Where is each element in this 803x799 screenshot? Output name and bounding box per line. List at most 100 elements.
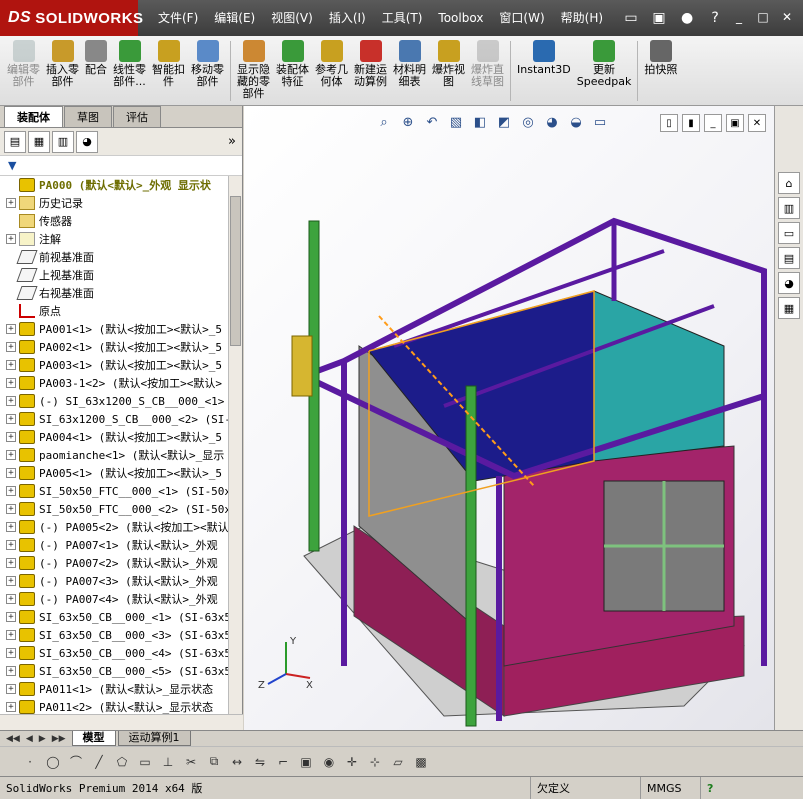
tree-row[interactable]: + SI_63x50_CB__000_<5> (SI-63x50- xyxy=(0,662,228,680)
circle-icon[interactable]: ◯ xyxy=(43,752,63,772)
tree-hscrollbar[interactable] xyxy=(0,714,243,730)
tab-nav-last-icon[interactable]: ▶▶ xyxy=(52,734,66,744)
menu-item-6[interactable]: 窗口(W) xyxy=(491,0,552,36)
extrude-icon[interactable]: ▣ xyxy=(296,752,316,772)
expand-toggle-icon[interactable]: + xyxy=(6,630,16,640)
tree-row[interactable]: + (-) PA007<1> (默认<默认>_外观 xyxy=(0,536,228,554)
arc-icon[interactable]: ⌒ xyxy=(66,752,86,772)
ribbon-button-12[interactable]: 爆炸直 线草图 xyxy=(468,36,507,106)
model-tab-1[interactable]: 运动算例1 xyxy=(117,731,191,746)
expand-toggle-icon[interactable]: + xyxy=(6,450,16,460)
ribbon-button-6[interactable]: 显示隐 藏的零 部件 xyxy=(234,36,273,106)
expand-toggle-icon[interactable]: + xyxy=(6,234,16,244)
appearances-icon[interactable]: ◕ xyxy=(778,272,800,294)
tree-row[interactable]: + PA003-1<2> (默认<按加工><默认> xyxy=(0,374,228,392)
expand-toggle-icon[interactable]: + xyxy=(6,702,16,712)
display-manager-icon[interactable]: ◕ xyxy=(76,130,98,153)
tree-scroll-thumb[interactable] xyxy=(230,196,241,346)
help-icon[interactable]: ? xyxy=(704,7,726,29)
expand-toggle-icon[interactable]: + xyxy=(6,432,16,442)
point-icon[interactable]: · xyxy=(20,752,40,772)
ribbon-button-13[interactable]: Instant3D xyxy=(514,36,574,106)
tree-row[interactable]: PA000 (默认<默认>_外观 显示状 xyxy=(0,176,228,194)
ribbon-button-4[interactable]: 智能扣 件 xyxy=(149,36,188,106)
custom-properties-icon[interactable]: ▦ xyxy=(778,297,800,319)
tab-nav-prev-icon[interactable]: ◀ xyxy=(26,734,33,744)
filter-icon[interactable]: ▼ xyxy=(8,159,16,172)
expand-toggle-icon[interactable]: + xyxy=(6,576,16,586)
view-palette-icon[interactable]: ▤ xyxy=(778,247,800,269)
tree-row[interactable]: + PA004<1> (默认<按加工><默认>_5 xyxy=(0,428,228,446)
ribbon-button-3[interactable]: 线性零 部件... xyxy=(110,36,149,106)
view-cube-icon[interactable]: ▩ xyxy=(411,752,431,772)
tree-row[interactable]: + (-) PA005<2> (默认<按加工><默认 xyxy=(0,518,228,536)
expand-toggle-icon[interactable]: + xyxy=(6,504,16,514)
offset-icon[interactable]: ⧉ xyxy=(204,752,224,772)
solidworks-logo[interactable]: DS SOLIDWORKS xyxy=(0,0,143,36)
trim-icon[interactable]: ✂ xyxy=(181,752,201,772)
tree-row[interactable]: 上视基准面 xyxy=(0,266,228,284)
expand-toggle-icon[interactable]: + xyxy=(6,612,16,622)
configuration-manager-icon[interactable]: ▥ xyxy=(52,130,74,153)
tree-row[interactable]: + (-) PA007<3> (默认<默认>_外观 xyxy=(0,572,228,590)
tree-row[interactable]: + (-) SI_63x1200_S_CB__000_<1> (S xyxy=(0,392,228,410)
solidworks-resources-icon[interactable]: ⌂ xyxy=(778,172,800,194)
expand-toggle-icon[interactable]: + xyxy=(6,378,16,388)
expand-toggle-icon[interactable]: + xyxy=(6,594,16,604)
polygon-icon[interactable]: ⬠ xyxy=(112,752,132,772)
tab-nav-first-icon[interactable]: ◀◀ xyxy=(6,734,20,744)
tree-scrollbar[interactable] xyxy=(228,176,242,714)
tree-row[interactable]: + PA011<2> (默认<默认>_显示状态 xyxy=(0,698,228,714)
minimize-button[interactable]: _ xyxy=(729,7,749,27)
menu-item-1[interactable]: 编辑(E) xyxy=(206,0,263,36)
menu-item-0[interactable]: 文件(F) xyxy=(150,0,206,36)
menu-item-7[interactable]: 帮助(H) xyxy=(553,0,611,36)
tree-row[interactable]: + SI_63x1200_S_CB__000_<2> (SI-63 xyxy=(0,410,228,428)
traffic-light-icon[interactable]: ● xyxy=(676,7,698,29)
expand-toggle-icon[interactable]: + xyxy=(6,522,16,532)
tree-row[interactable]: + (-) PA007<2> (默认<默认>_外观 xyxy=(0,554,228,572)
new-document-icon[interactable]: ▭ xyxy=(620,7,642,29)
tree-row[interactable]: + PA011<1> (默认<默认>_显示状态 xyxy=(0,680,228,698)
tree-row[interactable]: + SI_50x50_FTC__000_<2> (SI-50x50 xyxy=(0,500,228,518)
expand-toggle-icon[interactable]: + xyxy=(6,198,16,208)
tree-row[interactable]: + SI_63x50_CB__000_<3> (SI-63x50- xyxy=(0,626,228,644)
coordinate-system-icon[interactable]: ⊹ xyxy=(365,752,385,772)
tree-row[interactable]: + PA003<1> (默认<按加工><默认>_5 xyxy=(0,356,228,374)
tree-row[interactable]: 前视基准面 xyxy=(0,248,228,266)
tree-row[interactable]: + SI_63x50_CB__000_<4> (SI-63x50- xyxy=(0,644,228,662)
menu-item-3[interactable]: 插入(I) xyxy=(321,0,374,36)
tree-row[interactable]: + SI_50x50_FTC__000_<1> (SI-50x50 xyxy=(0,482,228,500)
assembly-model[interactable] xyxy=(244,106,774,730)
restore-button[interactable]: □ xyxy=(753,7,773,27)
expand-toggle-icon[interactable]: + xyxy=(6,360,16,370)
expand-toggle-icon[interactable]: + xyxy=(6,540,16,550)
dimension-icon[interactable]: ↔ xyxy=(227,752,247,772)
file-explorer-icon[interactable]: ▭ xyxy=(778,222,800,244)
expand-toggle-icon[interactable]: + xyxy=(6,396,16,406)
ribbon-button-11[interactable]: 爆炸视 图 xyxy=(429,36,468,106)
status-units[interactable]: MMGS xyxy=(640,776,700,799)
ribbon-button-0[interactable]: 编辑零 部件 xyxy=(4,36,43,106)
expand-panel-icon[interactable]: » xyxy=(228,134,236,149)
expand-toggle-icon[interactable]: + xyxy=(6,486,16,496)
mirror-icon[interactable]: ⇋ xyxy=(250,752,270,772)
revolve-icon[interactable]: ◉ xyxy=(319,752,339,772)
tree-row[interactable]: + PA002<1> (默认<按加工><默认>_5 xyxy=(0,338,228,356)
expand-toggle-icon[interactable]: + xyxy=(6,648,16,658)
design-library-icon[interactable]: ▥ xyxy=(778,197,800,219)
tree-row[interactable]: + 历史记录 xyxy=(0,194,228,212)
panel-tab-0[interactable]: 装配体 xyxy=(4,106,63,127)
tree-row[interactable]: + PA005<1> (默认<按加工><默认>_5 xyxy=(0,464,228,482)
ribbon-button-15[interactable]: 拍快照 xyxy=(641,36,680,106)
expand-toggle-icon[interactable]: + xyxy=(6,342,16,352)
tree-row[interactable]: 右视基准面 xyxy=(0,284,228,302)
tab-nav-next-icon[interactable]: ▶ xyxy=(39,734,46,744)
sketch-fillet-icon[interactable]: ⌐ xyxy=(273,752,293,772)
ribbon-button-5[interactable]: 移动零 部件 xyxy=(188,36,227,106)
feature-tree-icon[interactable]: ▤ xyxy=(4,130,26,153)
expand-toggle-icon[interactable]: + xyxy=(6,666,16,676)
centerline-icon[interactable]: ⊥ xyxy=(158,752,178,772)
ribbon-button-9[interactable]: 新建运 动算例 xyxy=(351,36,390,106)
panel-tab-1[interactable]: 草图 xyxy=(64,106,112,127)
